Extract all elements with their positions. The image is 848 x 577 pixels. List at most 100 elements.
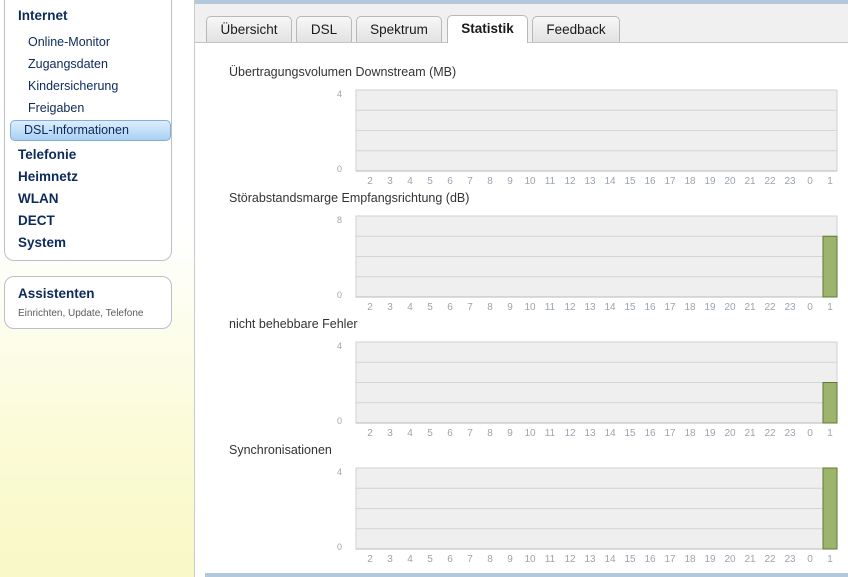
- tab-uebersicht[interactable]: Übersicht: [206, 16, 292, 42]
- x-tick-label: 10: [524, 302, 536, 313]
- tab-spektrum[interactable]: Spektrum: [356, 16, 442, 42]
- x-tick-label: 12: [564, 302, 576, 313]
- tab-statistik[interactable]: Statistik: [447, 15, 528, 43]
- nav-internet[interactable]: Internet: [18, 8, 68, 23]
- x-tick-label: 4: [407, 554, 413, 565]
- main-content: Übersicht DSL Spektrum Statistik Feedbac…: [195, 0, 848, 577]
- x-tick-label: 21: [744, 302, 756, 313]
- nav-item-kindersicherung[interactable]: Kindersicherung: [28, 79, 118, 93]
- bottom-border: [205, 573, 848, 577]
- x-tick-label: 12: [564, 554, 576, 565]
- x-tick-label: 5: [427, 176, 433, 187]
- x-tick-label: 1: [827, 176, 833, 187]
- tab-feedback[interactable]: Feedback: [532, 16, 620, 42]
- x-tick-label: 22: [764, 554, 776, 565]
- x-tick-label: 2: [367, 176, 373, 187]
- x-tick-label: 19: [704, 302, 716, 313]
- bar: [822, 467, 838, 550]
- x-tick-label: 17: [664, 554, 676, 565]
- x-tick-label: 8: [487, 176, 493, 187]
- x-tick-label: 16: [644, 302, 656, 313]
- nav-item-freigaben[interactable]: Freigaben: [28, 101, 84, 115]
- x-tick-label: 14: [604, 302, 616, 313]
- x-tick-label: 3: [387, 428, 393, 439]
- nav-heimnetz[interactable]: Heimnetz: [18, 169, 78, 184]
- x-tick-label: 22: [764, 428, 776, 439]
- y-tick-label: 0: [337, 416, 342, 426]
- x-tick-label: 7: [467, 428, 473, 439]
- x-tick-label: 6: [447, 428, 453, 439]
- x-tick-label: 11: [545, 428, 556, 439]
- nav-system[interactable]: System: [18, 235, 66, 250]
- x-tick-label: 14: [604, 554, 616, 565]
- x-tick-label: 5: [427, 428, 433, 439]
- x-tick-label: 16: [644, 428, 656, 439]
- x-tick-label: 21: [744, 554, 756, 565]
- x-tick-label: 7: [467, 302, 473, 313]
- x-tick-label: 18: [684, 554, 696, 565]
- x-tick-label: 3: [387, 302, 393, 313]
- y-tick-label: 0: [337, 164, 342, 174]
- x-tick-label: 17: [664, 428, 676, 439]
- x-tick-label: 6: [447, 554, 453, 565]
- chart-title-fehler: nicht behebbare Fehler: [229, 317, 358, 331]
- x-tick-label: 10: [524, 554, 536, 565]
- x-tick-label: 19: [704, 176, 716, 187]
- x-tick-label: 10: [524, 176, 536, 187]
- x-tick-label: 16: [644, 554, 656, 565]
- x-tick-label: 23: [784, 176, 796, 187]
- nav-item-online-monitor[interactable]: Online-Monitor: [28, 35, 110, 49]
- x-tick-label: 6: [447, 176, 453, 187]
- x-tick-label: 12: [564, 176, 576, 187]
- x-tick-label: 2: [367, 428, 373, 439]
- x-tick-label: 23: [784, 554, 796, 565]
- y-tick-label: 8: [337, 215, 342, 225]
- nav-item-dsl-informationen[interactable]: DSL-Informationen: [10, 120, 171, 141]
- x-tick-label: 15: [624, 302, 636, 313]
- nav-dect[interactable]: DECT: [18, 213, 55, 228]
- x-tick-label: 20: [724, 302, 736, 313]
- bar: [822, 235, 838, 298]
- x-tick-label: 11: [545, 554, 556, 565]
- assistenten-subtitle: Einrichten, Update, Telefone: [18, 308, 144, 319]
- nav-wlan[interactable]: WLAN: [18, 191, 59, 206]
- x-tick-label: 18: [684, 176, 696, 187]
- x-tick-label: 12: [564, 428, 576, 439]
- x-tick-label: 20: [724, 176, 736, 187]
- x-tick-label: 3: [387, 554, 393, 565]
- chart-synchronisationen: 402 3 4 5 6 7 8 9 10 11 12 13 14 15 16 17 18 19 20 21 22 23 0 1: [337, 467, 838, 565]
- x-tick-label: 0: [807, 554, 813, 565]
- x-tick-label: 2: [367, 302, 373, 313]
- x-tick-label: 1: [827, 554, 833, 565]
- x-tick-label: 4: [407, 302, 413, 313]
- assistenten-title[interactable]: Assistenten: [18, 286, 95, 301]
- x-tick-label: 13: [584, 554, 596, 565]
- x-tick-label: 8: [487, 554, 493, 565]
- nav-item-zugangsdaten[interactable]: Zugangsdaten: [28, 57, 108, 71]
- nav-telefonie[interactable]: Telefonie: [18, 147, 76, 162]
- x-tick-label: 19: [704, 554, 716, 565]
- bar: [822, 382, 838, 424]
- x-tick-label: 1: [827, 302, 833, 313]
- x-tick-label: 20: [724, 554, 736, 565]
- x-tick-label: 4: [407, 428, 413, 439]
- x-tick-label: 14: [604, 176, 616, 187]
- assistenten-box[interactable]: Assistenten Einrichten, Update, Telefone: [4, 276, 172, 329]
- x-tick-label: 18: [684, 302, 696, 313]
- x-tick-label: 0: [807, 176, 813, 187]
- x-tick-label: 19: [704, 428, 716, 439]
- x-tick-label: 22: [764, 302, 776, 313]
- y-tick-label: 0: [337, 542, 342, 552]
- x-tick-label: 7: [467, 176, 473, 187]
- x-tick-label: 0: [807, 428, 813, 439]
- tab-dsl[interactable]: DSL: [296, 16, 352, 42]
- x-tick-label: 15: [624, 428, 636, 439]
- x-tick-label: 16: [644, 176, 656, 187]
- chart-downstream: 402 3 4 5 6 7 8 9 10 11 12 13 14 15 16 17 18 19 20 21 22 23 0 1: [337, 89, 838, 187]
- x-tick-label: 21: [744, 176, 756, 187]
- x-tick-label: 0: [807, 302, 813, 313]
- x-tick-label: 22: [764, 176, 776, 187]
- x-tick-label: 11: [545, 302, 556, 313]
- x-tick-label: 9: [507, 302, 513, 313]
- x-tick-label: 23: [784, 302, 796, 313]
